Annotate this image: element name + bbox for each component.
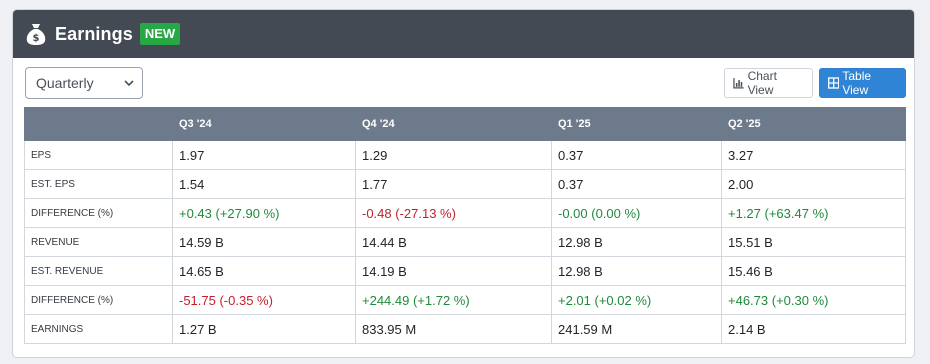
row-label: EST. REVENUE (24, 256, 173, 286)
table-cell: 1.97 (172, 140, 356, 170)
column-header: Q2 '25 (721, 107, 906, 141)
row-label: DIFFERENCE (%) (24, 285, 173, 315)
table-cell: 14.19 B (355, 256, 552, 286)
table-cell: +0.43 (+27.90 %) (172, 198, 356, 228)
table-row: EST. EPS 1.54 1.77 0.37 2.00 (24, 169, 906, 199)
table-cell: 1.27 B (172, 314, 356, 344)
chevron-down-icon (124, 80, 134, 87)
table-cell: 2.14 B (721, 314, 906, 344)
table-cell: +2.01 (+0.02 %) (551, 285, 722, 315)
card-header: $ Earnings NEW (13, 10, 914, 58)
table-view-label: Table View (842, 69, 872, 97)
table-cell: 1.54 (172, 169, 356, 199)
table-row: REVENUE 14.59 B 14.44 B 12.98 B 15.51 B (24, 227, 906, 257)
new-badge: NEW (139, 23, 181, 45)
table-cell: 1.29 (355, 140, 552, 170)
chart-view-button[interactable]: Chart View (724, 68, 813, 98)
money-bag-icon: $ (25, 22, 47, 46)
column-header: Q1 '25 (551, 107, 722, 141)
table-cell: 14.65 B (172, 256, 356, 286)
row-label: EST. EPS (24, 169, 173, 199)
table-cell: -51.75 (-0.35 %) (172, 285, 356, 315)
table-cell: 12.98 B (551, 256, 722, 286)
row-label: EPS (24, 140, 173, 170)
table-cell: 15.46 B (721, 256, 906, 286)
card-title: Earnings (55, 23, 133, 44)
table-view-button[interactable]: Table View (819, 68, 906, 98)
row-label: REVENUE (24, 227, 173, 257)
table-icon (828, 77, 840, 89)
table-row: EPS 1.97 1.29 0.37 3.27 (24, 140, 906, 170)
table-cell: +1.27 (+63.47 %) (721, 198, 906, 228)
table-cell: 12.98 B (551, 227, 722, 257)
row-label: DIFFERENCE (%) (24, 198, 173, 228)
svg-text:$: $ (33, 33, 40, 44)
table-cell: 2.00 (721, 169, 906, 199)
earnings-table: Q3 '24 Q4 '24 Q1 '25 Q2 '25 EPS 1.97 1.29 0… (24, 107, 906, 344)
table-row: DIFFERENCE (%) -51.75 (-0.35 %) +244.49 (+… (24, 285, 906, 315)
bar-chart-icon (733, 78, 744, 89)
chart-view-label: Chart View (747, 69, 777, 97)
table-cell: 1.77 (355, 169, 552, 199)
table-cell: +46.73 (+0.30 %) (721, 285, 906, 315)
column-header: Q3 '24 (172, 107, 356, 141)
table-header-row: Q3 '24 Q4 '24 Q1 '25 Q2 '25 (24, 107, 906, 141)
period-select-value: Quarterly (36, 75, 94, 91)
column-header: Q4 '24 (355, 107, 552, 141)
table-cell: 833.95 M (355, 314, 552, 344)
toolbar: Quarterly Chart View Table View (13, 58, 914, 108)
table-row: EARNINGS 1.27 B 833.95 M 241.59 M 2.14 B (24, 314, 906, 344)
table-cell: 241.59 M (551, 314, 722, 344)
table-cell: 15.51 B (721, 227, 906, 257)
column-header (24, 107, 173, 141)
period-select[interactable]: Quarterly (25, 67, 143, 99)
table-cell: 0.37 (551, 169, 722, 199)
table-cell: +244.49 (+1.72 %) (355, 285, 552, 315)
table-row: EST. REVENUE 14.65 B 14.19 B 12.98 B 15.46 B (24, 256, 906, 286)
table-row: DIFFERENCE (%) +0.43 (+27.90 %) -0.48 (-27… (24, 198, 906, 228)
table-cell: 3.27 (721, 140, 906, 170)
table-cell: -0.00 (0.00 %) (551, 198, 722, 228)
table-cell: 14.44 B (355, 227, 552, 257)
table-cell: 0.37 (551, 140, 722, 170)
table-cell: 14.59 B (172, 227, 356, 257)
table-cell: -0.48 (-27.13 %) (355, 198, 552, 228)
row-label: EARNINGS (24, 314, 173, 344)
